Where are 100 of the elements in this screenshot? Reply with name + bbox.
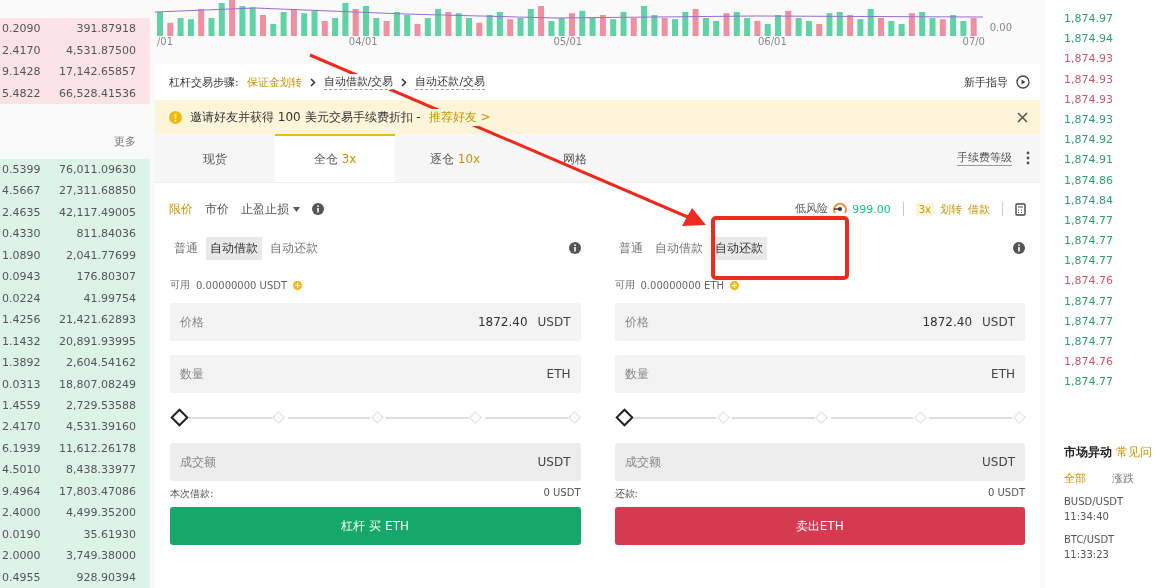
- bid-row[interactable]: 0.5399 76,011.09630: [0, 158, 150, 181]
- order-type-tab[interactable]: 止盈止损: [241, 200, 289, 218]
- bid-row[interactable]: 1.0890 2,041.77699: [0, 244, 150, 267]
- trade-price: 1,874.97: [1063, 12, 1114, 27]
- bid-row[interactable]: 6.1939 11,612.26178: [0, 437, 150, 460]
- amount-text: 0.4955: [2, 570, 41, 584]
- play-icon[interactable]: [1016, 75, 1030, 89]
- amount-text: 5.4822: [2, 86, 41, 100]
- order-input-field[interactable]: 价格 1872.40 USDT: [170, 303, 581, 341]
- trade-price: 1,874.93: [1063, 112, 1114, 128]
- filter-tab[interactable]: 涨跌: [1112, 470, 1134, 486]
- bid-row[interactable]: 0.4330 811.84036: [0, 223, 150, 245]
- trade-price: 1,874.92: [1063, 133, 1114, 149]
- footer-value: 0 USDT: [987, 487, 1025, 500]
- amount-text: 2.4170: [2, 43, 41, 57]
- slider-stop[interactable]: [370, 411, 384, 424]
- bid-row[interactable]: 0.0224 41.99754: [0, 287, 150, 309]
- amount-text: 0.4330: [2, 227, 41, 241]
- total-text: 20,891.93995: [59, 334, 136, 348]
- borrow-mode-tab[interactable]: 自动借款: [206, 236, 262, 260]
- trade-price: 1,874.77: [1063, 375, 1114, 391]
- mode-tab[interactable]: 网格: [515, 134, 635, 182]
- bid-row[interactable]: 2.0000 3,749.38000: [0, 544, 150, 567]
- bid-row[interactable]: 1.1432 20,891.93995: [0, 330, 150, 352]
- bid-row[interactable]: 4.5010 8,438.33977: [0, 459, 150, 481]
- slider-stop[interactable]: [272, 411, 285, 424]
- more-link[interactable]: 更多: [114, 133, 136, 149]
- bid-row[interactable]: 0.0313 18,807.08249: [0, 373, 150, 395]
- order-total-field[interactable]: 成交额 USDT: [170, 443, 581, 481]
- borrow-mode-tab[interactable]: 普通: [614, 236, 647, 260]
- order-type-tab[interactable]: 市价: [205, 200, 229, 218]
- add-funds-icon[interactable]: [730, 280, 740, 290]
- bid-row[interactable]: 0.0190 35.61930: [0, 523, 150, 545]
- bid-row[interactable]: 1.4256 21,421.62893: [0, 309, 150, 331]
- total-text: 66,528.41536: [59, 86, 136, 100]
- order-total-field[interactable]: 成交额 USDT: [614, 443, 1025, 481]
- mode-tab[interactable]: 逐仓 10x: [395, 134, 515, 182]
- total-text: 11,612.26178: [59, 441, 136, 455]
- slider-stop[interactable]: [716, 411, 730, 424]
- trade-price: 1,874.76: [1063, 274, 1114, 290]
- available-balance: 0.00000000 ETH: [640, 279, 725, 291]
- add-funds-icon[interactable]: [293, 280, 303, 290]
- total-text: 2,729.53588: [66, 399, 136, 412]
- slider-stop[interactable]: [469, 411, 483, 424]
- borrow-mode-tab[interactable]: 自动还款: [266, 236, 322, 260]
- mode-tab[interactable]: 现货: [155, 134, 275, 182]
- order-input-field[interactable]: 数量 ETH: [170, 355, 581, 393]
- warning-icon: [169, 110, 182, 124]
- fee-level-link[interactable]: 手续费等级: [957, 150, 1012, 166]
- mode-tab[interactable]: 全仓 3x: [275, 134, 395, 182]
- guide-link[interactable]: 新手指导: [964, 74, 1008, 90]
- footer-label: 本次借款:: [170, 487, 214, 501]
- bid-row[interactable]: 2.4000 4,499.35200: [0, 502, 150, 524]
- amount-slider[interactable]: [614, 407, 1025, 429]
- slider-stop[interactable]: [815, 411, 829, 424]
- slider-stop[interactable]: [568, 411, 581, 424]
- bid-row[interactable]: 0.4955 928.90394: [0, 566, 150, 588]
- footer-value: 0 USDT: [543, 487, 581, 500]
- bid-row[interactable]: 2.4635 42,117.49005: [0, 201, 150, 224]
- ask-row[interactable]: 9.1428 17,142.65857: [0, 60, 150, 83]
- order-button[interactable]: 卖出ETH: [614, 507, 1025, 545]
- bid-row[interactable]: 0.0943 176.80307: [0, 266, 150, 288]
- amount-text: 4.5010: [2, 463, 41, 477]
- amount-text: 6.1939: [2, 441, 41, 455]
- more-icon[interactable]: [1026, 151, 1030, 165]
- step-link[interactable]: 自动还款/交易: [415, 74, 486, 90]
- amount-text: 2.4000: [2, 506, 41, 520]
- amount-text: 1.4256: [2, 313, 41, 327]
- time-text: 11:34:40: [1064, 509, 1110, 524]
- bid-row[interactable]: 4.5667 27,311.68850: [0, 180, 150, 202]
- caret-icon[interactable]: [293, 206, 300, 212]
- close-icon[interactable]: [1017, 111, 1028, 123]
- slider-stop[interactable]: [1012, 411, 1026, 424]
- trade-price: 1,874.77: [1063, 213, 1114, 229]
- order-input-field[interactable]: 数量 ETH: [614, 355, 1025, 393]
- axis-label: 07/0: [962, 36, 985, 47]
- slider-stop[interactable]: [914, 411, 927, 424]
- ask-row[interactable]: 5.4822 66,528.41536: [0, 82, 150, 104]
- amount-text: 1.4559: [2, 399, 41, 412]
- chevron-icon: [401, 77, 408, 87]
- info-icon: [312, 203, 324, 215]
- order-input-field[interactable]: 价格 1872.40 USDT: [614, 303, 1025, 341]
- bid-row[interactable]: 2.4170 4,531.39160: [0, 416, 150, 438]
- borrow-mode-tab[interactable]: 自动借款: [650, 236, 707, 260]
- bid-row[interactable]: 9.4964 17,803.47086: [0, 480, 150, 503]
- calculator-icon[interactable]: [1015, 202, 1026, 216]
- amount-slider[interactable]: [170, 407, 581, 429]
- total-text: 2,041.77699: [66, 248, 136, 262]
- footer-label: 还款:: [614, 487, 638, 501]
- ask-row[interactable]: 2.4170 4,531.87500: [0, 39, 150, 61]
- total-text: 3,749.38000: [66, 549, 136, 563]
- total-text: 18,807.08249: [59, 377, 136, 391]
- amount-text: 1.1432: [2, 334, 41, 348]
- amount-text: 0.0224: [2, 291, 41, 305]
- borrow-mode-tab[interactable]: 普通: [170, 236, 202, 260]
- bid-row[interactable]: 1.4559 2,729.53588: [0, 394, 150, 417]
- step-link[interactable]: 自动借款/交易: [323, 74, 394, 90]
- bid-row[interactable]: 1.3892 2,604.54162: [0, 351, 150, 374]
- ask-row[interactable]: 0.2090 391.87918: [0, 18, 150, 40]
- trade-price: 1,874.93: [1063, 72, 1114, 88]
